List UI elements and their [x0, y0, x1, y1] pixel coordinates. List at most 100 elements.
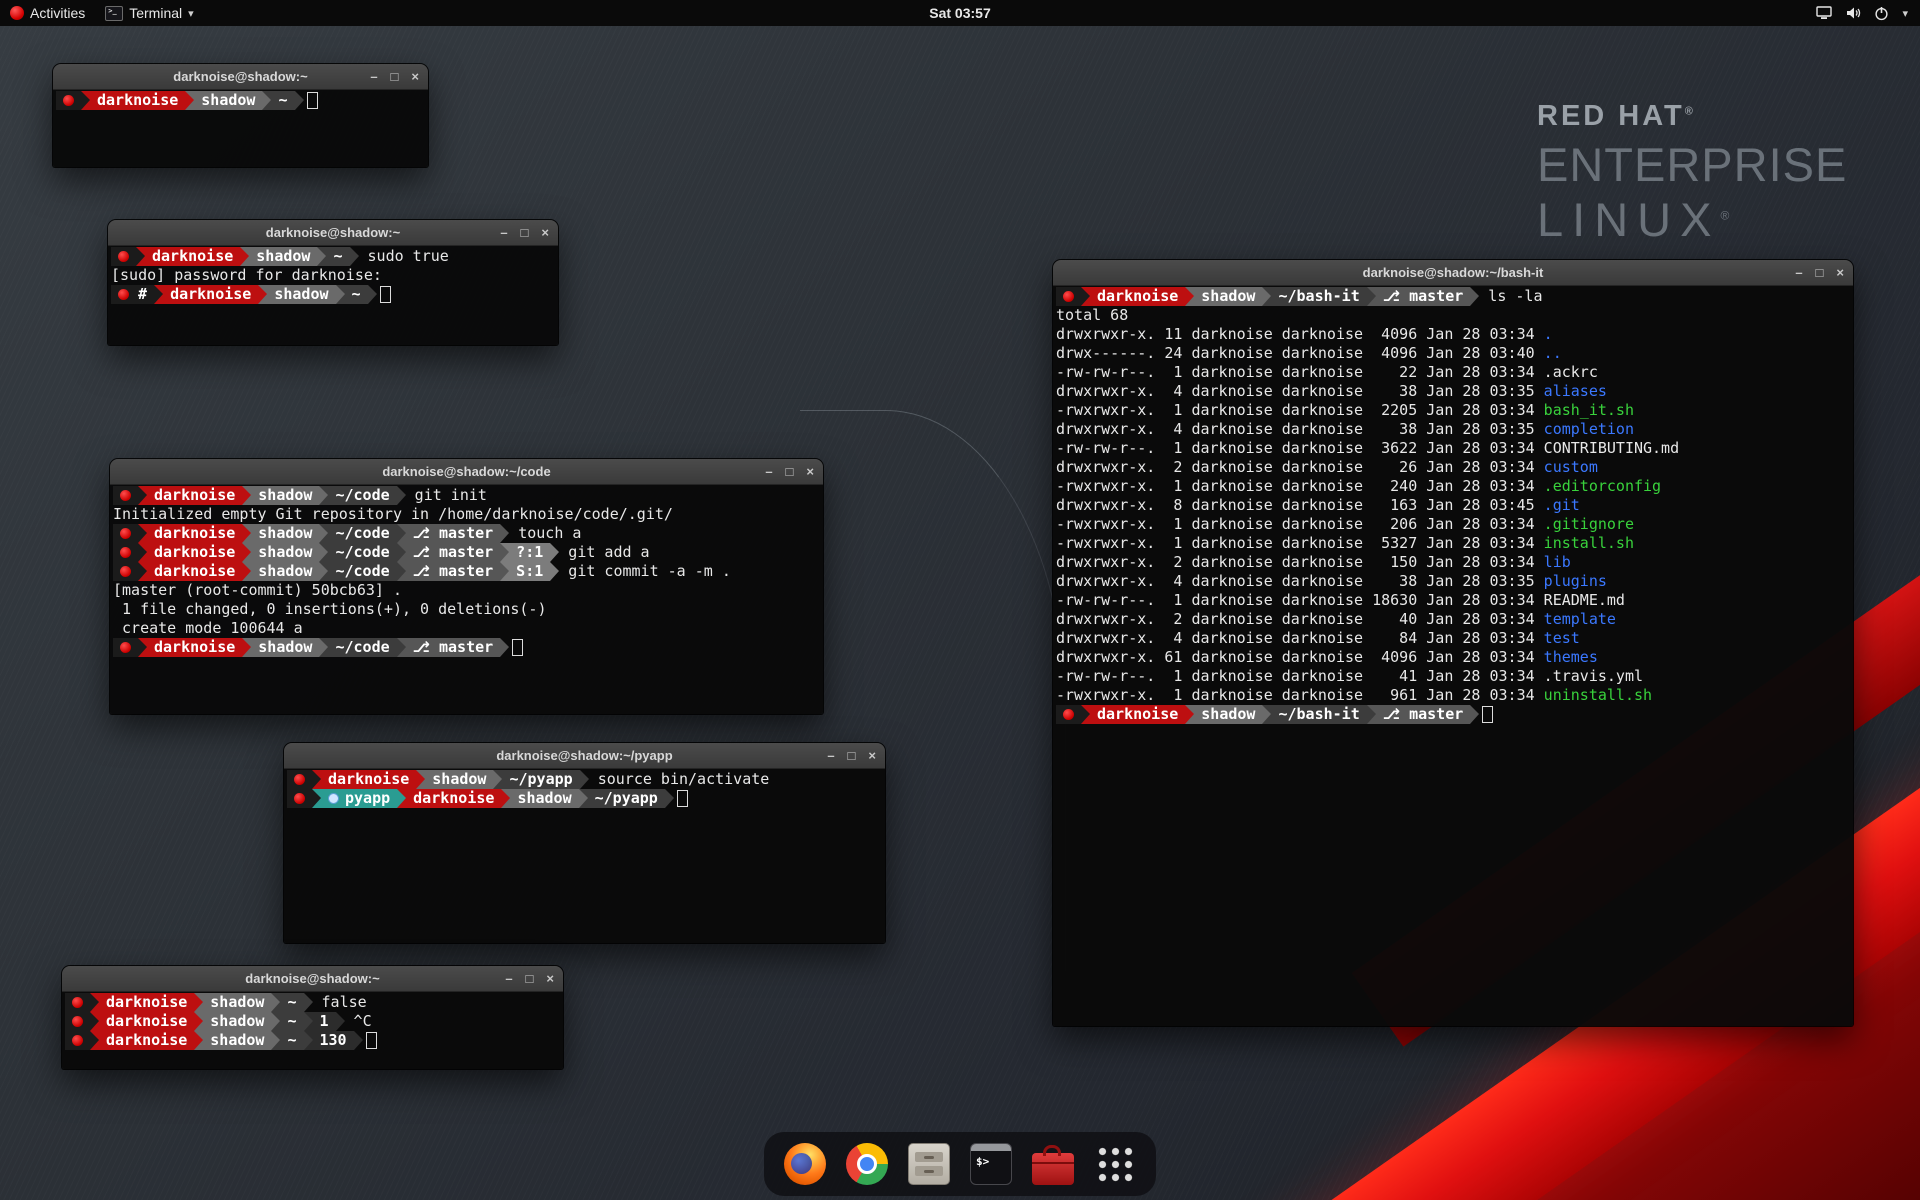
dock-item-firefox[interactable]	[782, 1141, 828, 1187]
system-menu-chevron-icon[interactable]: ▾	[1902, 7, 1908, 20]
window-close-button[interactable]: ×	[806, 465, 814, 478]
terminal-window-bash-it[interactable]: darknoise@shadow:~/bash-it–□×darknoisesh…	[1053, 260, 1853, 1026]
terminal-content[interactable]: darknoiseshadow~	[53, 90, 428, 111]
prompt-segment-host: shadow	[251, 524, 319, 543]
window-titlebar[interactable]: darknoise@shadow:~–□×	[53, 64, 428, 90]
terminal-line: drwxrwxr-x. 4 darknoise darknoise 38 Jan…	[1056, 420, 1850, 439]
prompt-segment-path: ~/code	[328, 638, 396, 657]
powerline-arrow-icon	[397, 486, 406, 505]
terminal-text: create mode 100644 a	[113, 619, 303, 638]
powerline-arrow-icon	[319, 524, 328, 543]
powerline-arrow-icon	[242, 638, 251, 657]
filename-dir: .	[1544, 325, 1553, 344]
volume-icon[interactable]	[1845, 6, 1861, 20]
redhat-prompt-icon	[118, 251, 129, 262]
python-icon	[328, 793, 339, 804]
redhat-prompt-icon	[72, 1035, 83, 1046]
powerline-arrow-icon	[138, 486, 147, 505]
window-close-button[interactable]: ×	[411, 70, 419, 83]
window-title: darknoise@shadow:~/code	[110, 464, 823, 479]
window-close-button[interactable]: ×	[546, 972, 554, 985]
terminal-content[interactable]: darknoiseshadow~ falsedarknoiseshadow~1 …	[62, 992, 563, 1051]
window-minimize-button[interactable]: –	[1795, 266, 1802, 279]
terminal-window-code[interactable]: darknoise@shadow:~/code– □ × darknoise shado…	[110, 459, 823, 714]
prompt-segment-user: darknoise	[147, 638, 242, 657]
terminal-text: -rw-rw-r--. 1 darknoise darknoise 22 Jan…	[1056, 363, 1598, 382]
dock-item-files[interactable]	[906, 1141, 952, 1187]
terminal-text: -rw-rw-r--. 1 darknoise darknoise 18630 …	[1056, 591, 1625, 610]
window-close-button[interactable]: ×	[541, 226, 549, 239]
terminal-line: darknoiseshadow~ sudo true	[111, 247, 555, 266]
toolbox-icon	[1032, 1153, 1074, 1185]
terminal-content[interactable]: darknoiseshadow~ sudo true[sudo] passwor…	[108, 246, 558, 305]
redhat-prompt-icon	[118, 289, 129, 300]
window-title: darknoise@shadow:~	[108, 225, 558, 240]
window-maximize-button[interactable]: □	[786, 465, 794, 478]
redhat-prompt-icon	[72, 997, 83, 1008]
filename-dir: themes	[1544, 648, 1598, 667]
powerline-arrow-icon	[138, 562, 147, 581]
window-titlebar[interactable]: darknoise@shadow:~/code– □ ×	[110, 459, 823, 485]
powerline-arrow-icon	[271, 993, 280, 1012]
power-icon[interactable]	[1874, 6, 1889, 21]
terminal-text: git commit -a -m .	[559, 562, 731, 581]
window-maximize-button[interactable]: □	[521, 226, 529, 239]
window-close-button[interactable]: ×	[1836, 266, 1844, 279]
terminal-window-home-2[interactable]: darknoise@shadow:~–□×darknoiseshadow~ fa…	[62, 966, 563, 1069]
dock-item-chrome[interactable]	[844, 1141, 890, 1187]
window-minimize-button[interactable]: –	[500, 226, 507, 239]
terminal-line: create mode 100644 a	[113, 619, 820, 638]
window-minimize-button[interactable]: –	[505, 972, 512, 985]
terminal-text: ls -la	[1479, 287, 1542, 306]
prompt-segment-icon	[65, 993, 90, 1012]
powerline-arrow-icon	[136, 247, 145, 266]
window-minimize-button[interactable]: –	[765, 465, 772, 478]
window-titlebar[interactable]: darknoise@shadow:~–□×	[62, 966, 563, 992]
prompt-segment-icon	[1056, 705, 1081, 724]
filename-exec: .editorconfig	[1544, 477, 1661, 496]
window-maximize-button[interactable]: □	[848, 749, 856, 762]
window-close-button[interactable]: ×	[868, 749, 876, 762]
display-icon[interactable]	[1816, 6, 1832, 20]
terminal-window-pyapp[interactable]: darknoise@shadow:~/pyapp–□×darknoiseshad…	[284, 743, 885, 943]
window-titlebar[interactable]: darknoise@shadow:~/bash-it–□×	[1053, 260, 1853, 286]
activities-button[interactable]: Activities	[0, 0, 95, 26]
window-maximize-button[interactable]: □	[1816, 266, 1824, 279]
dock-item-app-grid[interactable]	[1092, 1141, 1138, 1187]
terminal-text: -rwxrwxr-x. 1 darknoise darknoise 5327 J…	[1056, 534, 1544, 553]
powerline-arrow-icon	[295, 91, 304, 110]
terminal-content[interactable]: darknoiseshadow~/bash-it⎇ master ls -lat…	[1053, 286, 1853, 725]
prompt-segment-host: shadow	[1194, 287, 1262, 306]
terminal-content[interactable]: darknoiseshadow~/pyapp source bin/activa…	[284, 769, 885, 809]
prompt-segment-icon	[113, 524, 138, 543]
terminal-text: git init	[406, 486, 487, 505]
filename-dir: ..	[1544, 344, 1562, 363]
window-maximize-button[interactable]: □	[526, 972, 534, 985]
window-controls: – □ ×	[1795, 260, 1844, 285]
files-icon	[908, 1143, 950, 1185]
window-titlebar[interactable]: darknoise@shadow:~– □ ×	[108, 220, 558, 246]
prompt-segment-icon	[287, 770, 312, 789]
filename-dir: plugins	[1544, 572, 1607, 591]
dock-item-terminal[interactable]	[968, 1141, 1014, 1187]
window-maximize-button[interactable]: □	[391, 70, 399, 83]
powerline-arrow-icon	[240, 247, 249, 266]
terminal-window-sudo[interactable]: darknoise@shadow:~– □ × darknoiseshadow~ su…	[108, 220, 558, 345]
redhat-prompt-icon	[120, 547, 131, 558]
watermark-linux: LINUX®	[1537, 192, 1847, 247]
window-titlebar[interactable]: darknoise@shadow:~/pyapp–□×	[284, 743, 885, 769]
terminal-content[interactable]: darknoiseshadow~/code git initInitialize…	[110, 485, 823, 658]
prompt-segment-git: ⎇ master	[406, 562, 501, 581]
terminal-window-home-1[interactable]: darknoise@shadow:~–□×darknoiseshadow~	[53, 64, 428, 167]
powerline-arrow-icon	[550, 562, 559, 581]
prompt-segment-icon	[56, 91, 81, 110]
window-minimize-button[interactable]: –	[827, 749, 834, 762]
prompt-segment-user: darknoise	[1090, 705, 1185, 724]
window-minimize-button[interactable]: –	[370, 70, 377, 83]
dock-item-toolbox[interactable]	[1030, 1141, 1076, 1187]
prompt-segment-icon	[113, 486, 138, 505]
filename-dir: template	[1544, 610, 1616, 629]
clock[interactable]: Sat 03:57	[929, 5, 990, 21]
app-menu-terminal[interactable]: Terminal ▾	[95, 0, 203, 26]
powerline-arrow-icon	[319, 562, 328, 581]
